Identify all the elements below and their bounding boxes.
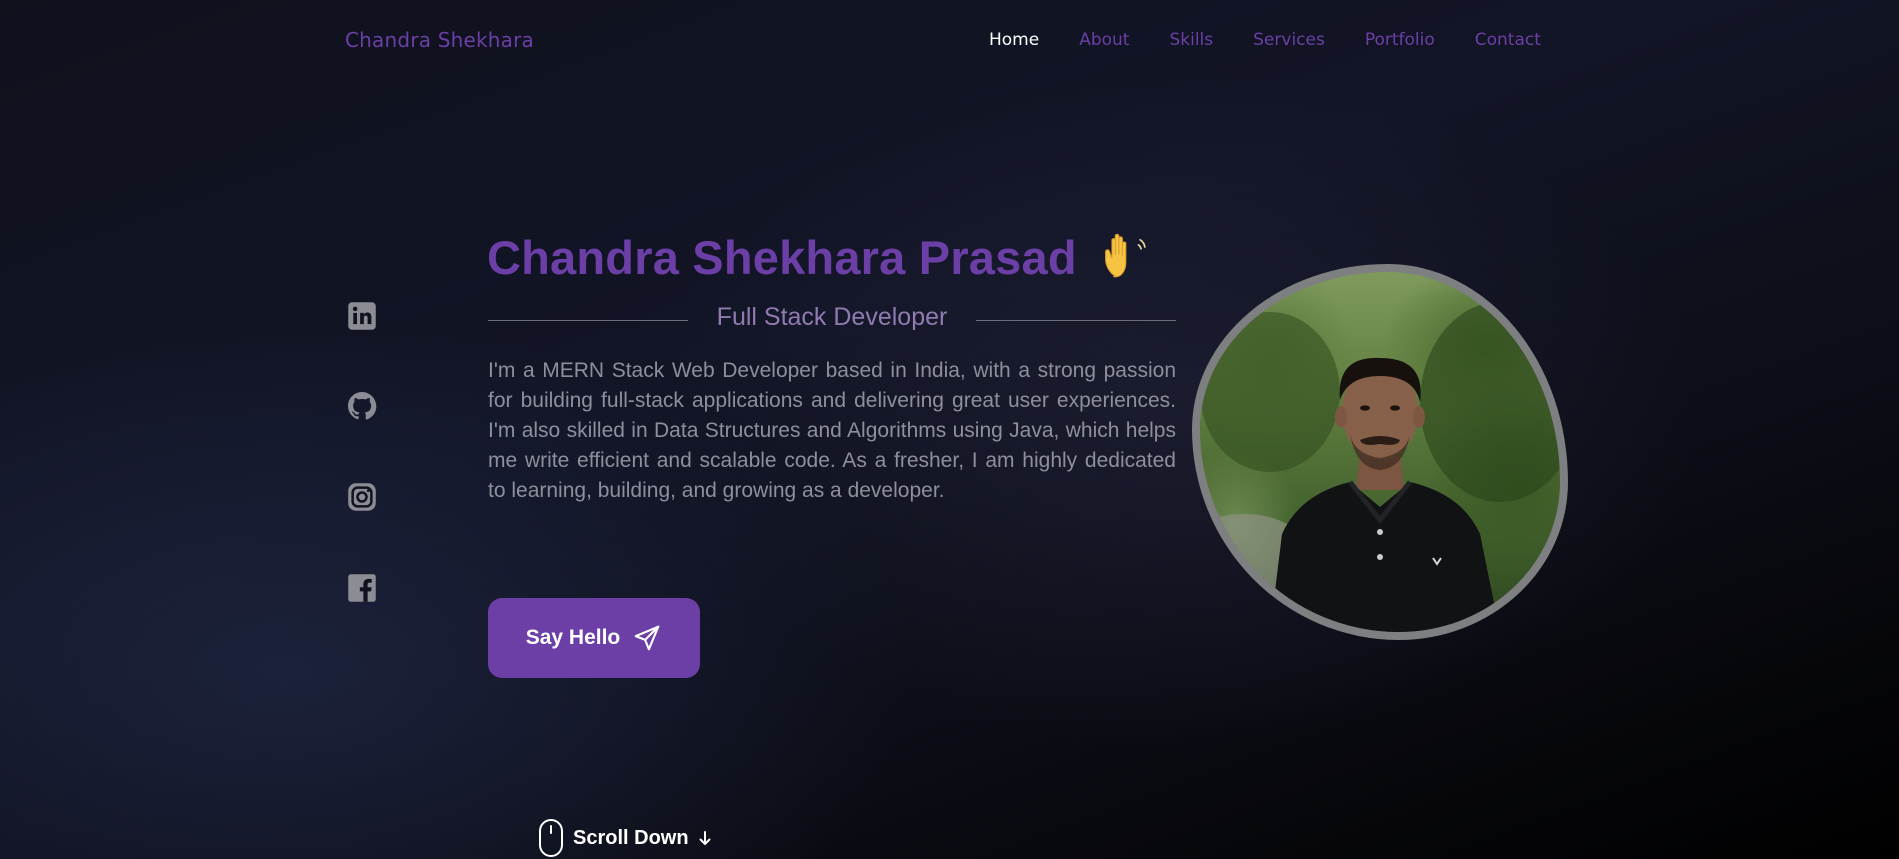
person-illustration — [1200, 302, 1560, 632]
nav-skills[interactable]: Skills — [1169, 30, 1213, 50]
nav-about[interactable]: About — [1079, 30, 1129, 50]
arrow-down-icon — [699, 831, 711, 845]
profile-photo — [1192, 264, 1568, 640]
linkedin-icon[interactable] — [346, 300, 378, 332]
nav-portfolio[interactable]: Portfolio — [1365, 30, 1435, 50]
hero-subtitle: Full Stack Developer — [716, 303, 948, 331]
instagram-icon[interactable] — [346, 481, 378, 513]
subtitle-row: Full Stack Developer — [488, 300, 1176, 340]
waving-hand-icon — [1105, 233, 1146, 278]
facebook-icon[interactable] — [346, 572, 378, 604]
profile-photo-blob — [1192, 264, 1568, 640]
mouse-icon — [539, 819, 563, 857]
subtitle-divider-right — [976, 320, 1176, 321]
say-hello-label: Say Hello — [525, 626, 621, 649]
nav-services[interactable]: Services — [1253, 30, 1325, 50]
github-icon[interactable] — [346, 390, 378, 422]
scroll-down-link[interactable]: Scroll Down — [538, 818, 712, 858]
hero-bio: I'm a MERN Stack Web Developer based in … — [488, 359, 1176, 502]
brand-logo[interactable]: Chandra Shekhara — [345, 28, 534, 52]
main-nav: Home About Skills Services Portfolio Con… — [989, 30, 1541, 50]
send-icon — [634, 625, 660, 651]
nav-contact[interactable]: Contact — [1475, 30, 1541, 50]
nav-home[interactable]: Home — [989, 30, 1039, 50]
hero-name: Chandra Shekhara Prasad — [487, 231, 1077, 284]
say-hello-button[interactable]: Say Hello — [488, 598, 700, 678]
scroll-down-label: Scroll Down — [573, 826, 689, 849]
